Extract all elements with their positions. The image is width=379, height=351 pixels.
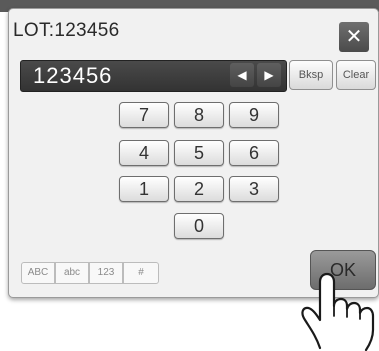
mode-uppercase-button[interactable]: ABC [21, 262, 55, 284]
close-button[interactable]: ✕ [339, 22, 369, 52]
pointing-hand-icon [301, 272, 375, 351]
key-8[interactable]: 8 [174, 102, 224, 128]
mode-lowercase-button[interactable]: abc [55, 262, 89, 284]
key-9[interactable]: 9 [229, 102, 279, 128]
clear-button[interactable]: Clear [336, 60, 376, 90]
arrow-right-icon: ▶ [264, 68, 274, 82]
close-icon: ✕ [345, 26, 363, 48]
key-2[interactable]: 2 [174, 176, 224, 202]
key-6[interactable]: 6 [229, 140, 279, 166]
key-7[interactable]: 7 [119, 102, 169, 128]
backspace-button[interactable]: Bksp [289, 60, 333, 90]
cursor-left-button[interactable]: ◀ [230, 63, 254, 87]
arrow-left-icon: ◀ [237, 68, 247, 82]
key-1[interactable]: 1 [119, 176, 169, 202]
key-3[interactable]: 3 [229, 176, 279, 202]
mode-numeric-button[interactable]: 123 [89, 262, 123, 284]
key-5[interactable]: 5 [174, 140, 224, 166]
key-0[interactable]: 0 [174, 213, 224, 239]
key-4[interactable]: 4 [119, 140, 169, 166]
entry-value: 123456 [33, 63, 113, 88]
dialog-title: LOT:123456 [13, 20, 120, 41]
cursor-right-button[interactable]: ▶ [257, 63, 281, 87]
mode-symbol-button[interactable]: # [123, 262, 159, 284]
